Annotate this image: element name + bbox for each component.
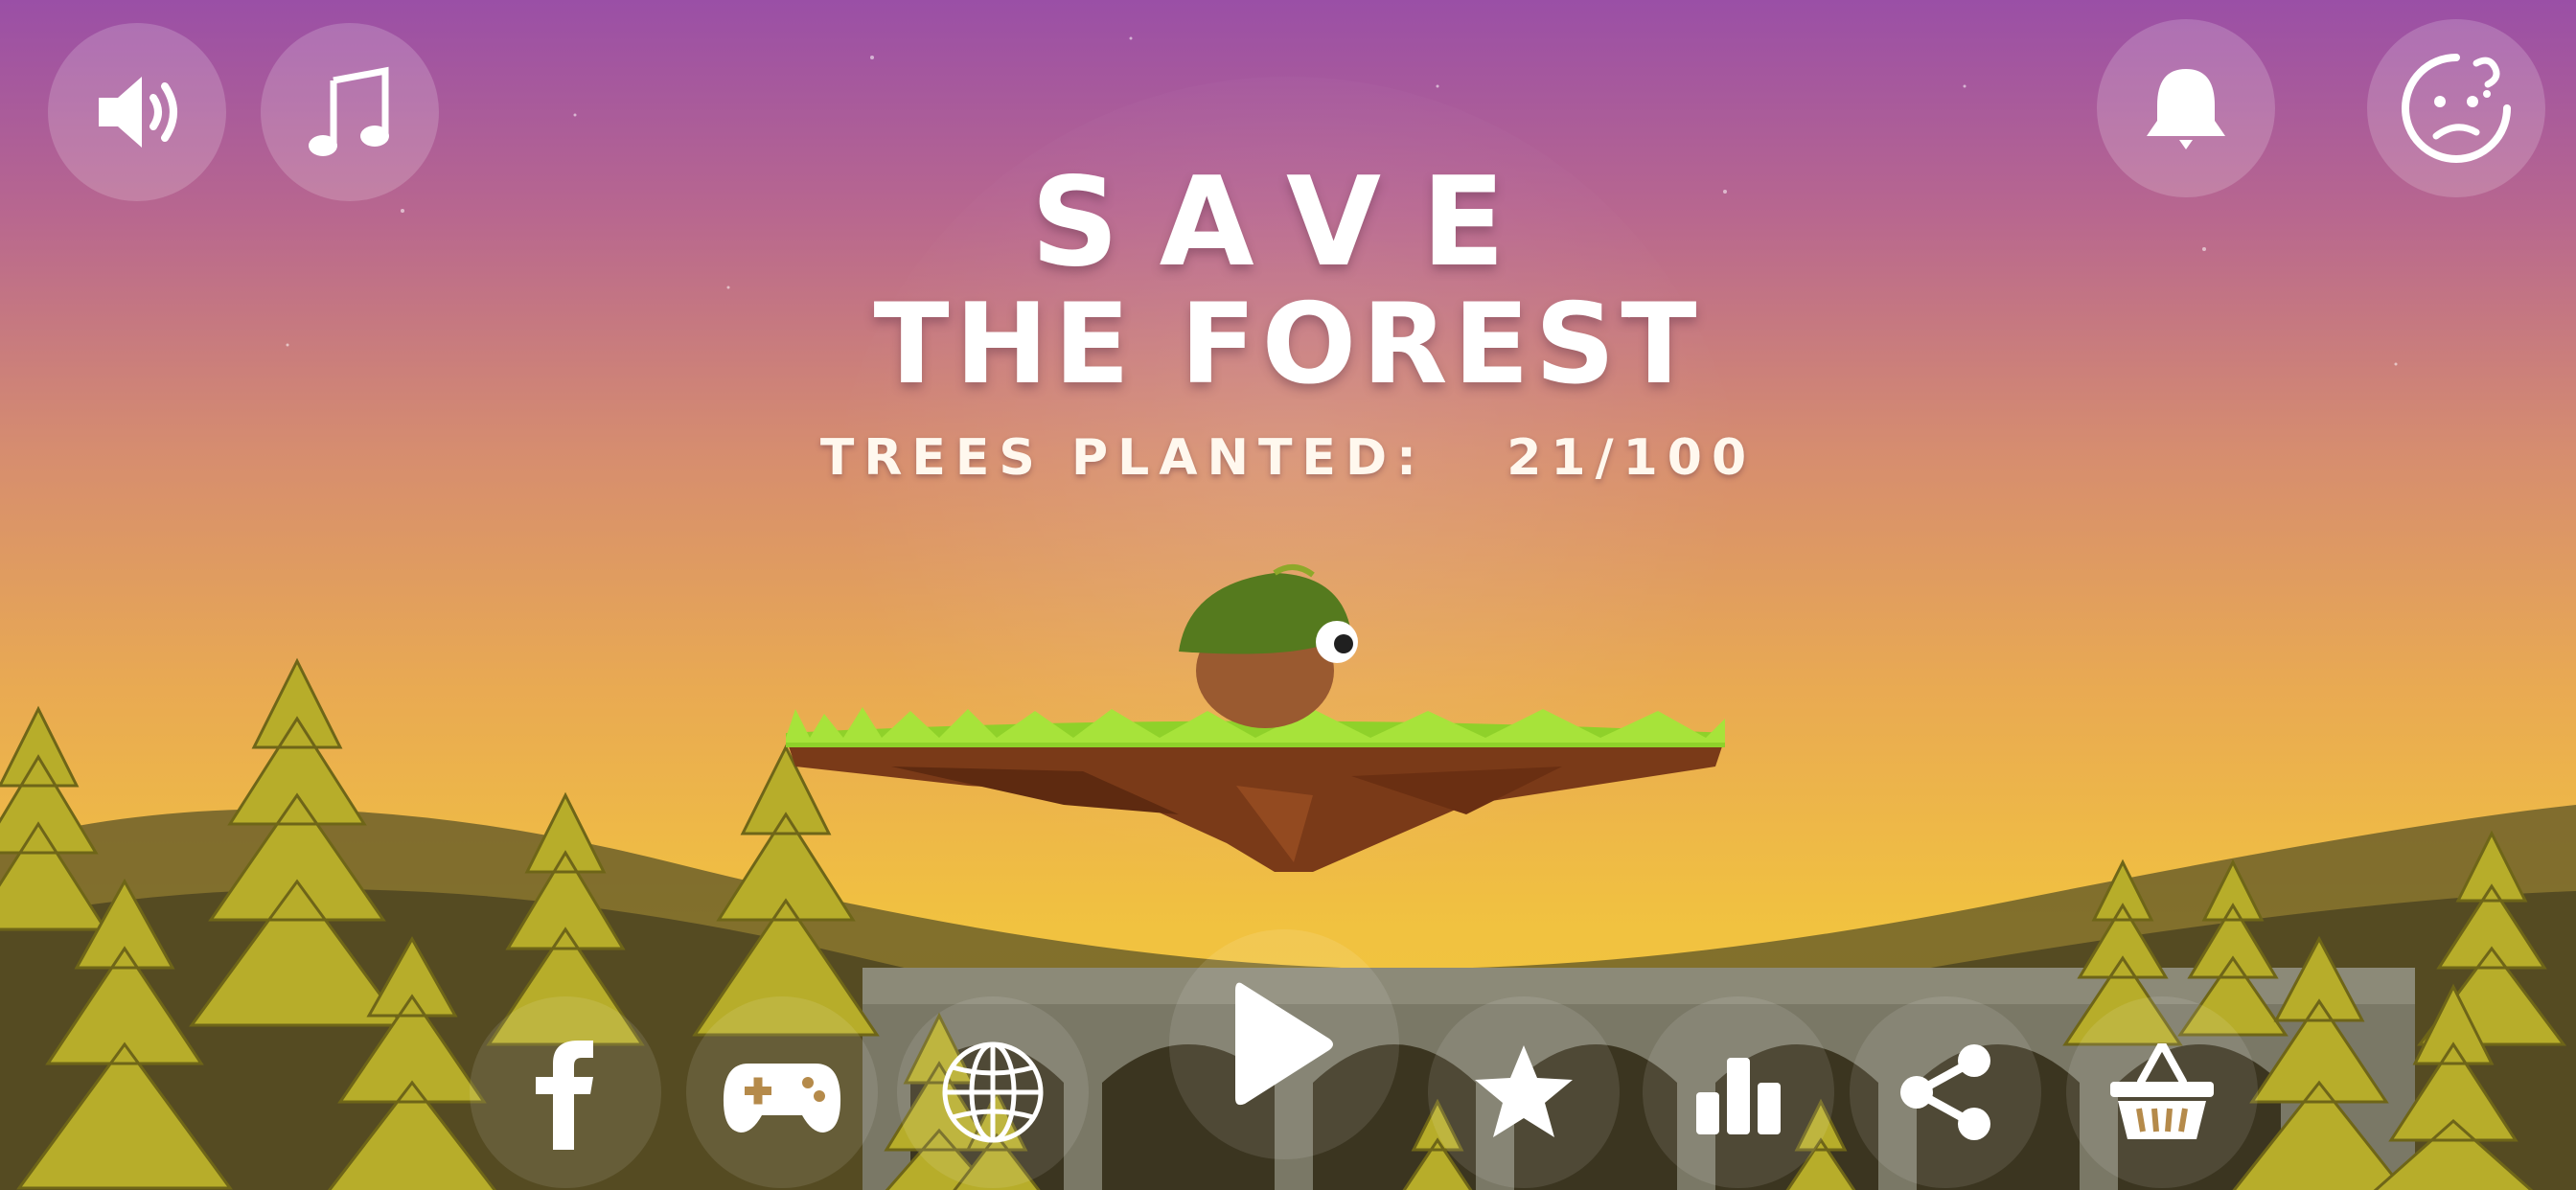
music-note-icon bbox=[309, 66, 389, 156]
language-button[interactable] bbox=[897, 996, 1089, 1188]
facebook-button[interactable] bbox=[470, 996, 661, 1188]
trees-planted-counter: TREES PLANTED: 21/100 bbox=[0, 429, 2576, 487]
share-button[interactable] bbox=[1850, 996, 2041, 1188]
globe-icon bbox=[942, 1041, 1044, 1143]
leaderboard-icon bbox=[1696, 1058, 1781, 1134]
play-icon bbox=[1235, 982, 1333, 1106]
sound-toggle-button[interactable] bbox=[48, 23, 226, 201]
music-toggle-button[interactable] bbox=[261, 23, 439, 201]
confused-face-icon bbox=[2402, 54, 2511, 163]
notifications-button[interactable] bbox=[2097, 19, 2275, 197]
shop-basket-icon bbox=[2110, 1043, 2214, 1139]
rate-button[interactable] bbox=[1428, 996, 1620, 1188]
play-button[interactable] bbox=[1169, 929, 1399, 1159]
floating-island bbox=[786, 564, 1725, 872]
title-the-forest: THE FOREST bbox=[873, 280, 1703, 409]
trees-planted-value: 21/100 bbox=[1506, 429, 1757, 487]
more-games-button[interactable] bbox=[686, 996, 878, 1188]
star-icon bbox=[1475, 1045, 1573, 1137]
speaker-icon bbox=[99, 77, 177, 148]
gamepad-icon bbox=[723, 1064, 841, 1133]
game-scene: SAVE THE FOREST TREES PLANTED: 21/100 bbox=[0, 0, 2576, 1190]
share-icon bbox=[1900, 1044, 1990, 1140]
shop-button[interactable] bbox=[2066, 996, 2258, 1188]
bell-icon bbox=[2147, 69, 2225, 149]
help-button[interactable] bbox=[2367, 19, 2545, 197]
leaderboard-button[interactable] bbox=[1643, 996, 1834, 1188]
facebook-icon bbox=[536, 1041, 593, 1150]
acorn-character bbox=[1179, 564, 1358, 728]
trees-planted-label: TREES PLANTED: bbox=[819, 429, 1426, 487]
